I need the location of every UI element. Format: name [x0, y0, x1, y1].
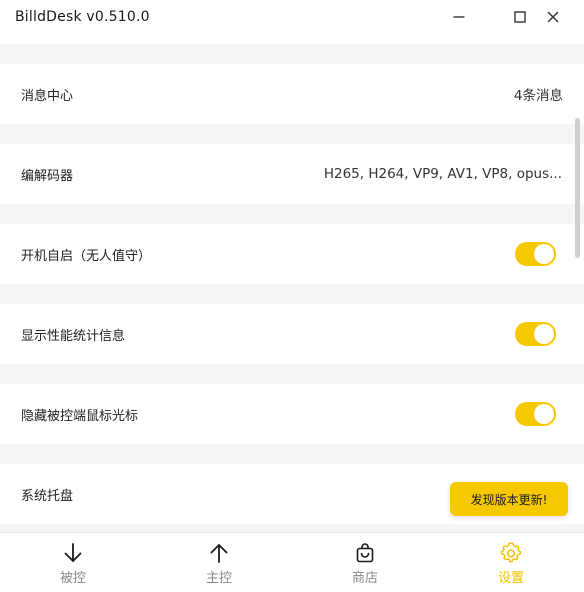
nav-item-settings[interactable]: 设置 [438, 533, 584, 592]
arrow-down-icon [64, 543, 82, 562]
gear-icon [500, 542, 522, 563]
settings-row-auto-start: 开机自启（无人值守） [0, 224, 584, 284]
maximize-button[interactable] [506, 6, 534, 28]
settings-row-hide-cursor: 隐藏被控端鼠标光标 [0, 384, 584, 444]
row-label: 显示性能统计信息 [21, 328, 126, 344]
nav-label: 商店 [351, 571, 378, 586]
nav-label: 主控 [205, 571, 232, 586]
nav-item-store[interactable]: 商店 [292, 533, 438, 592]
app-window: BilldDesk v0.510.0 消息中心 4条消息 编解码器 H265, … [0, 0, 584, 592]
minimize-button[interactable] [445, 6, 473, 28]
close-button[interactable] [539, 6, 567, 28]
settings-list: 消息中心 4条消息 编解码器 H265, H264, VP9, AV1, VP8… [0, 44, 584, 532]
title-bar: BilldDesk v0.510.0 [0, 0, 584, 44]
nav-item-controller[interactable]: 主控 [146, 533, 292, 592]
settings-row-message-center[interactable]: 消息中心 4条消息 [0, 64, 584, 124]
row-label: 消息中心 [21, 88, 74, 104]
settings-row-codec[interactable]: 编解码器 H265, H264, VP9, AV1, VP8, opus... [0, 144, 584, 204]
bottom-nav: 被控 主控 商店 设置 [0, 532, 584, 592]
update-toast[interactable]: 发现版本更新! [450, 482, 568, 516]
close-icon [547, 11, 559, 23]
nav-label: 被控 [59, 571, 86, 586]
row-label: 开机自启（无人值守） [21, 248, 152, 264]
minimize-icon [453, 16, 465, 18]
toggle-knob [534, 244, 554, 264]
message-count: 4条消息 [513, 88, 563, 104]
hide-cursor-toggle[interactable] [515, 402, 556, 426]
nav-label: 设置 [497, 571, 524, 586]
row-label: 隐藏被控端鼠标光标 [21, 408, 139, 424]
nav-item-controlled[interactable]: 被控 [0, 533, 146, 592]
auto-start-toggle[interactable] [515, 242, 556, 266]
row-label: 系统托盘 [21, 488, 74, 504]
toggle-knob [534, 324, 554, 344]
row-label: 编解码器 [21, 168, 74, 184]
arrow-up-icon [210, 544, 228, 563]
maximize-icon [514, 11, 526, 23]
window-title: BilldDesk v0.510.0 [15, 9, 150, 25]
toggle-knob [534, 404, 554, 424]
scrollbar[interactable] [575, 118, 580, 258]
settings-row-perf-stats: 显示性能统计信息 [0, 304, 584, 364]
perf-stats-toggle[interactable] [515, 322, 556, 346]
codec-list: H265, H264, VP9, AV1, VP8, opus... [323, 166, 562, 182]
shopping-bag-icon [356, 543, 374, 563]
